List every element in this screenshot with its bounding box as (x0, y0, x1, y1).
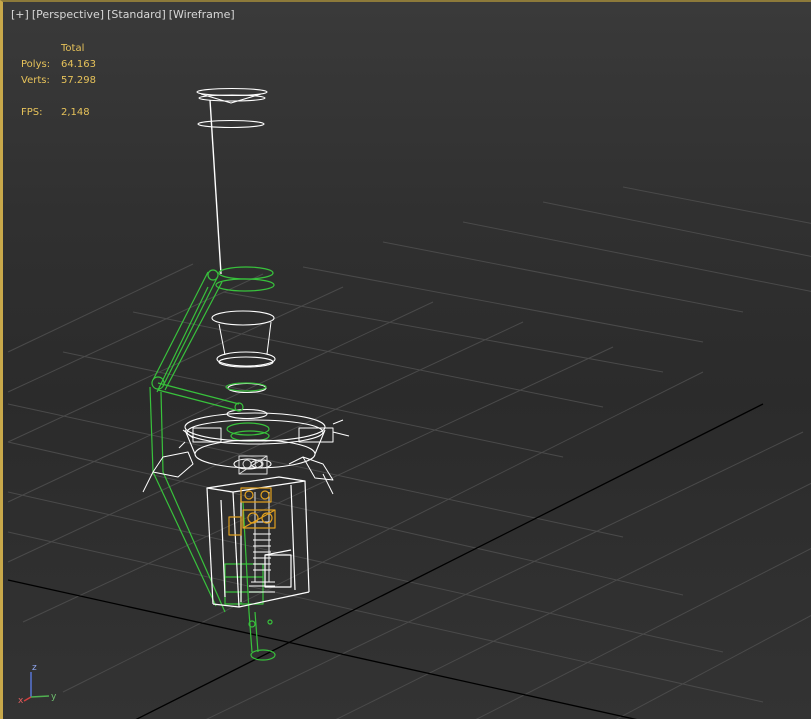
vertical-cable (209, 99, 222, 275)
grid-line (7, 441, 684, 596)
central-hub (238, 455, 268, 475)
grid-line (462, 221, 811, 292)
grid-axis-x (7, 579, 637, 719)
fps-label: FPS: (21, 107, 43, 118)
box-enclosure (206, 476, 310, 608)
grid-line (206, 431, 804, 719)
orange-components (228, 487, 276, 536)
wireframe-model[interactable] (142, 87, 350, 661)
viewport-scene: z x y (7, 87, 811, 719)
grid-line (335, 482, 811, 719)
grid-line (7, 491, 724, 653)
grid-line (382, 241, 744, 313)
grid-line (7, 531, 764, 703)
viewport-label-menu: [+] [Perspective] [Standard] [Wireframe] (11, 8, 235, 21)
viewport-point-of-view-menu[interactable]: [Perspective] (32, 8, 104, 21)
fps-value: 2,148 (61, 107, 90, 118)
grid-line (475, 547, 811, 719)
stats-header: Total (61, 43, 85, 54)
top-rings (196, 87, 276, 420)
tripod-x-label: x (18, 696, 24, 706)
ground-grid (7, 186, 811, 719)
verts-label: Verts: (21, 75, 50, 86)
polys-value: 64.163 (61, 59, 96, 70)
grid-line (22, 346, 614, 623)
axis-tripod: z x y (18, 663, 57, 706)
grid-line (7, 403, 624, 538)
tripod-x-axis (23, 696, 32, 702)
grid-line (302, 266, 704, 343)
grid-line (7, 286, 344, 443)
main-platform (184, 412, 326, 470)
tripod-z-label: z (32, 663, 37, 673)
polys-label: Polys: (21, 59, 51, 70)
viewport-shading-menu[interactable]: [Standard] (107, 8, 166, 21)
viewport-general-menu[interactable]: [+] (11, 8, 29, 21)
grid-axis-lines (7, 403, 764, 719)
perspective-viewport[interactable]: z x y [+] [Perspective] [Standard] [Wirefra… (0, 0, 811, 719)
grid-line (222, 291, 664, 373)
verts-value: 57.298 (61, 75, 96, 86)
grid-line (622, 186, 811, 224)
grid-line (542, 201, 811, 257)
grid-line (615, 615, 811, 719)
viewport-display-menu[interactable]: [Wireframe] (169, 8, 235, 21)
tripod-y-label: y (51, 692, 57, 702)
grid-line (7, 263, 194, 353)
grid-line (132, 311, 604, 408)
tripod-y-axis (30, 695, 50, 698)
grid-line (62, 371, 704, 693)
